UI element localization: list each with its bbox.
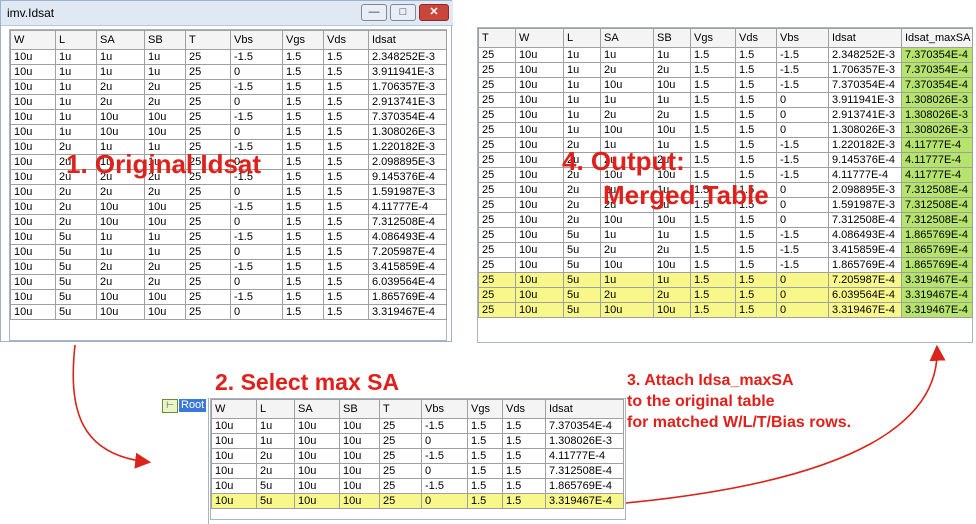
- flow-arrows: [72, 344, 946, 504]
- arrow-step2-to-step4: [625, 344, 946, 504]
- arrow-step1-to-step2: [72, 344, 152, 469]
